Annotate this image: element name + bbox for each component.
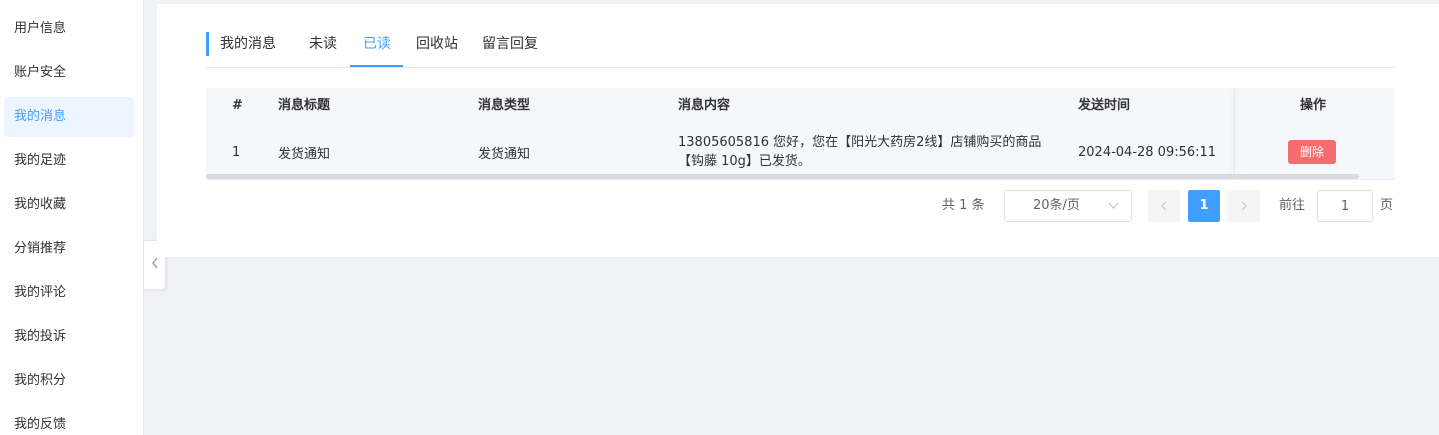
- chevron-left-icon: [1160, 201, 1168, 226]
- column-header-content: 消息内容: [678, 98, 731, 113]
- delete-button[interactable]: 删除: [1288, 140, 1336, 164]
- tab-accent-bar: [206, 32, 209, 56]
- chevron-left-icon: [151, 257, 159, 273]
- column-header-actions: 操作: [1300, 98, 1327, 113]
- table-row[interactable]: 1 发货通知 发货通知 13805605816 您好，您在【阳光大药房2线】店铺…: [206, 124, 1395, 180]
- row-index: 1: [232, 144, 241, 160]
- page-number-current[interactable]: 1: [1188, 190, 1220, 222]
- pagination: 共 1 条 20条/页 1 前往 页: [157, 190, 1439, 222]
- sidebar-item-account-security[interactable]: 账户安全: [4, 53, 134, 93]
- tab-message-replies[interactable]: 留言回复: [482, 28, 538, 68]
- row-content: 13805605816 您好，您在【阳光大药房2线】店铺购买的商品【钩藤 10g…: [678, 135, 1042, 169]
- tab-unread[interactable]: 未读: [309, 28, 337, 68]
- table-header: # 消息标题 消息类型 消息内容 发送时间 操作: [206, 88, 1395, 124]
- row-content-cell: 13805605816 您好，您在【阳光大药房2线】店铺购买的商品【钩藤 10g…: [678, 124, 1058, 180]
- pagination-total: 共 1 条: [942, 198, 985, 213]
- sidebar: 用户信息 账户安全 我的消息 我的足迹 我的收藏 分销推荐 我的评论 我的投诉 …: [0, 0, 144, 435]
- column-header-type: 消息类型: [478, 98, 531, 113]
- message-tabs: 我的消息 未读 已读 回收站 留言回复: [206, 28, 1395, 68]
- prev-page-button[interactable]: [1148, 190, 1180, 222]
- tab-read[interactable]: 已读: [363, 28, 391, 68]
- sidebar-item-my-complaints[interactable]: 我的投诉: [4, 317, 134, 357]
- sidebar-item-user-info[interactable]: 用户信息: [4, 9, 134, 49]
- active-tab-underline: [350, 65, 403, 67]
- sidebar-item-my-messages[interactable]: 我的消息: [4, 97, 134, 137]
- row-title: 发货通知: [278, 146, 331, 162]
- sidebar-item-my-footprints[interactable]: 我的足迹: [4, 141, 134, 181]
- goto-label: 前往: [1279, 198, 1306, 213]
- column-header-title: 消息标题: [278, 98, 331, 113]
- column-header-index: #: [232, 98, 243, 113]
- next-page-button[interactable]: [1228, 190, 1260, 222]
- column-header-time: 发送时间: [1078, 98, 1131, 113]
- page-size-select[interactable]: 20条/页: [1004, 190, 1132, 222]
- sidebar-item-distribution[interactable]: 分销推荐: [4, 229, 134, 269]
- fixed-column-divider: [1234, 88, 1235, 180]
- row-type: 发货通知: [478, 146, 531, 162]
- chevron-right-icon: [1240, 201, 1248, 226]
- sidebar-item-my-points[interactable]: 我的积分: [4, 361, 134, 401]
- row-actions: 删除: [1288, 124, 1336, 180]
- sidebar-item-my-favorites[interactable]: 我的收藏: [4, 185, 134, 225]
- messages-table: # 消息标题 消息类型 消息内容 发送时间 操作 1 发货通知 发货通知 138…: [206, 88, 1395, 182]
- tab-my-messages[interactable]: 我的消息: [220, 28, 276, 68]
- goto-page-input[interactable]: [1317, 190, 1373, 222]
- page-unit-label: 页: [1380, 198, 1394, 213]
- tab-recycle-bin[interactable]: 回收站: [416, 28, 458, 68]
- messages-panel: 我的消息 未读 已读 回收站 留言回复 # 消息标题 消息类型 消息内容 发送时…: [157, 4, 1439, 257]
- row-send-time: 2024-04-28 09:56:11: [1078, 144, 1217, 160]
- sidebar-item-my-feedback[interactable]: 我的反馈: [4, 405, 134, 435]
- sidebar-item-my-reviews[interactable]: 我的评论: [4, 273, 134, 313]
- chevron-down-icon: [1108, 191, 1119, 233]
- page-size-value: 20条/页: [1033, 198, 1080, 213]
- horizontal-scrollbar[interactable]: [206, 174, 1359, 179]
